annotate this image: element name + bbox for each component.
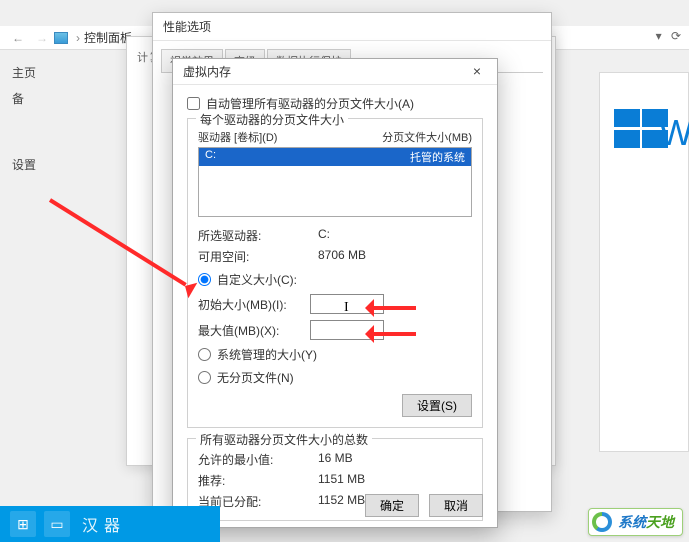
nav-back-icon[interactable]: ← [12,31,24,45]
drive-list[interactable]: C: 托管的系统 [198,147,472,217]
col-paging-header: 分页文件大小(MB) [382,129,472,145]
initial-size-label: 初始大小(MB)(I): [198,296,310,313]
radio-no-paging[interactable] [198,371,211,384]
taskbar: ⊞ ▭ 汉器 [0,506,220,542]
min-allowed-label: 允许的最小值: [198,451,318,468]
watermark-text-2: 天地 [646,512,674,532]
initial-size-input[interactable] [310,294,384,314]
radio-system-size[interactable] [198,348,211,361]
drive-paging: 托管的系统 [410,149,465,165]
min-allowed-value: 16 MB [318,451,353,468]
addr-dropdown-icon[interactable]: ▾ [656,29,662,43]
per-drive-group: 驱动器 [卷标](D) 分页文件大小(MB) C: 托管的系统 所选驱动器: C… [187,118,483,428]
set-button[interactable]: 设置(S) [402,394,472,417]
recommended-value: 1151 MB [318,472,365,489]
vm-titlebar: 虚拟内存 × [173,59,497,85]
close-button[interactable]: × [463,62,491,82]
perf-dialog-title: 性能选项 [153,13,551,41]
sidebar-item-home[interactable]: 主页 [12,60,36,86]
watermark-logo-icon [592,512,612,532]
drive-row-c[interactable]: C: 托管的系统 [199,148,471,166]
ok-button[interactable]: 确定 [365,494,419,517]
auto-manage-label: 自动管理所有驱动器的分页文件大小(A) [206,95,414,112]
sidebar-item-settings[interactable]: 设置 [12,152,36,178]
nav-forward-icon[interactable]: → [36,31,48,45]
radio-system-label: 系统管理的大小(Y) [217,346,317,363]
watermark: 系统 天地 [588,508,683,536]
taskbar-start-icon[interactable]: ⊞ [10,511,36,537]
windows-logo-text: W [659,112,689,154]
radio-none-label: 无分页文件(N) [217,369,294,386]
folder-icon [54,32,68,44]
cancel-button[interactable]: 取消 [429,494,483,517]
recommended-label: 推荐: [198,472,318,489]
virtual-memory-dialog: 虚拟内存 × 自动管理所有驱动器的分页文件大小(A) 驱动器 [卷标](D) 分… [172,58,498,528]
max-size-label: 最大值(MB)(X): [198,322,310,339]
sidebar: 主页 备 设置 [12,60,36,178]
breadcrumb[interactable]: 控制面板 [84,29,132,46]
current-value: 1152 MB [318,493,365,510]
taskbar-label: 汉器 [82,512,126,536]
auto-manage-checkbox[interactable] [187,97,200,110]
breadcrumb-sep: › [76,31,80,45]
refresh-icon[interactable]: ⟳ [671,29,681,43]
watermark-text-1: 系统 [618,512,646,532]
radio-custom-size[interactable] [198,273,211,286]
taskbar-task-icon[interactable]: ▭ [44,511,70,537]
avail-space-value: 8706 MB [318,248,366,265]
max-size-input[interactable] [310,320,384,340]
avail-space-label: 可用空间: [198,248,318,265]
col-drive-header: 驱动器 [卷标](D) [198,129,277,145]
radio-custom-label: 自定义大小(C): [217,271,297,288]
drive-name: C: [205,149,216,165]
sidebar-item-backup[interactable]: 备 [12,86,36,112]
selected-drive-label: 所选驱动器: [198,227,318,244]
vm-dialog-title: 虚拟内存 [183,63,231,80]
selected-drive-value: C: [318,227,330,244]
